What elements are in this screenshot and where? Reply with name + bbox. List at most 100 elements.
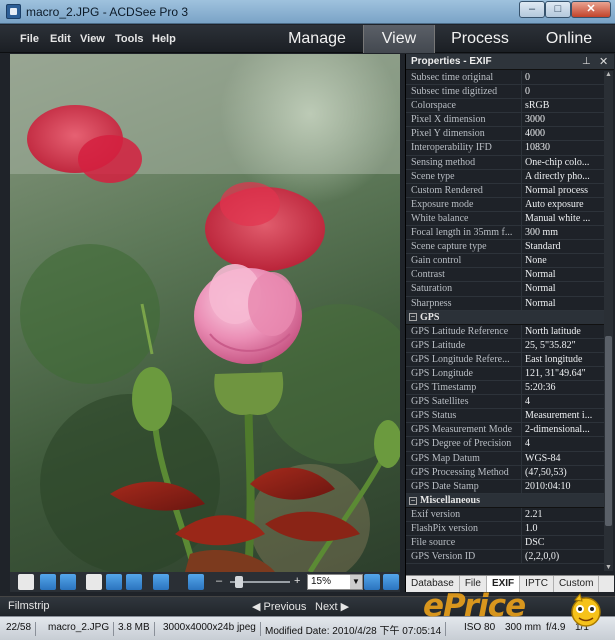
property-key: FlashPix version <box>406 522 522 536</box>
hand-icon[interactable] <box>86 574 102 590</box>
property-row[interactable]: Subsec time original 0 <box>406 71 604 86</box>
property-row[interactable]: Custom Rendered Normal process <box>406 183 604 198</box>
menu-tools[interactable]: Tools <box>115 33 144 45</box>
property-row[interactable]: Colorspace sRGB <box>406 99 604 114</box>
property-value: Manual white ... <box>525 212 591 224</box>
property-row[interactable]: Scene type A directly pho... <box>406 169 604 184</box>
previous-button[interactable]: ◀ Previous <box>252 600 306 613</box>
scroll-down-icon[interactable]: ▼ <box>604 564 613 571</box>
mode-tab-view[interactable]: View <box>363 25 435 53</box>
property-row[interactable]: Subsec time digitized 0 <box>406 85 604 100</box>
property-row[interactable]: Focal length in 35mm f... 300 mm <box>406 226 604 241</box>
property-row[interactable]: GPS Latitude Reference North latitude <box>406 324 604 339</box>
property-row[interactable]: Sensing method One-chip colo... <box>406 155 604 170</box>
mode-tab-manage[interactable]: Manage <box>272 25 362 53</box>
properties-list: Subsec time original 0 Subsec time digitiz… <box>406 71 604 571</box>
property-row[interactable]: GPS Timestamp 5:20:36 <box>406 381 604 396</box>
property-value: 4 <box>525 438 530 450</box>
mascot-logo-icon <box>571 592 601 627</box>
fit-icon[interactable] <box>188 574 204 590</box>
minimize-button[interactable]: – <box>519 1 545 18</box>
collapse-icon[interactable]: − <box>409 313 417 322</box>
property-row[interactable]: Sharpness Normal <box>406 296 604 311</box>
property-key: GPS Latitude <box>406 338 522 352</box>
property-key: Saturation <box>406 282 522 296</box>
zoom-level-select[interactable]: 15% ▼ <box>307 574 363 590</box>
menu-edit[interactable]: Edit <box>50 33 71 45</box>
property-value: 4 <box>525 396 530 408</box>
resize-icon[interactable] <box>153 574 169 590</box>
property-key: File source <box>406 536 522 550</box>
misc-section-header[interactable]: − Miscellaneous <box>406 493 604 508</box>
property-row[interactable]: Pixel X dimension 3000 <box>406 113 604 128</box>
close-button[interactable]: ✕ <box>571 1 611 18</box>
property-row[interactable]: Scene capture type Standard <box>406 240 604 255</box>
property-value: None <box>525 255 547 267</box>
image-viewer[interactable] <box>10 54 400 572</box>
property-row[interactable]: GPS Version ID (2,2,0,0) <box>406 550 604 565</box>
pin-icon[interactable]: ⊥ <box>582 56 591 67</box>
next-button[interactable]: Next ▶ <box>315 600 349 613</box>
property-row[interactable]: Contrast Normal <box>406 268 604 283</box>
property-row[interactable]: GPS Measurement Mode 2-dimensional... <box>406 423 604 438</box>
property-row[interactable]: GPS Map Datum WGS-84 <box>406 451 604 466</box>
magnifier-icon[interactable] <box>126 574 142 590</box>
property-row[interactable]: GPS Longitude Refere... East longitude <box>406 352 604 367</box>
menu-view[interactable]: View <box>80 33 105 45</box>
property-key: Exif version <box>406 507 522 521</box>
menu-help[interactable]: Help <box>152 33 176 45</box>
mode-tab-process[interactable]: Process <box>436 25 524 53</box>
property-row[interactable]: GPS Processing Method (47,50,53) <box>406 465 604 480</box>
property-row[interactable]: GPS Status Measurement i... <box>406 409 604 424</box>
property-key: Sensing method <box>406 155 522 169</box>
filmstrip-icon[interactable] <box>18 574 34 590</box>
property-row[interactable]: Exif version 2.21 <box>406 507 604 522</box>
maximize-button[interactable]: □ <box>545 1 571 18</box>
actual-size-icon[interactable] <box>364 574 380 590</box>
mode-tab-online[interactable]: Online <box>525 25 613 53</box>
select-icon[interactable] <box>106 574 122 590</box>
property-row[interactable]: GPS Longitude 121, 31"49.64" <box>406 366 604 382</box>
property-key: GPS Longitude <box>406 366 522 381</box>
property-row[interactable]: FlashPix version 1.0 <box>406 522 604 537</box>
close-icon[interactable]: ✕ <box>599 55 608 68</box>
property-row[interactable]: White balance Manual white ... <box>406 211 604 227</box>
property-value: 0 <box>525 72 530 83</box>
property-key: Scene capture type <box>406 240 522 254</box>
property-value: 1.0 <box>525 523 538 534</box>
tab-iptc[interactable]: IPTC <box>520 576 554 592</box>
scrollbar-thumb[interactable] <box>605 336 612 526</box>
property-row[interactable]: File source DSC <box>406 536 604 551</box>
property-key: White balance <box>406 211 522 226</box>
property-key: GPS Timestamp <box>406 381 522 395</box>
zoom-out-button[interactable]: – <box>216 575 222 587</box>
property-row[interactable]: Exposure mode Auto exposure <box>406 197 604 212</box>
property-row[interactable]: GPS Date Stamp 2010:04:10 <box>406 479 604 494</box>
properties-scrollbar[interactable]: ▲ ▼ <box>604 71 613 571</box>
filmstrip-label[interactable]: Filmstrip <box>8 600 50 612</box>
property-row[interactable]: Pixel Y dimension 4000 <box>406 127 604 142</box>
property-value: Measurement i... <box>525 410 593 422</box>
property-row[interactable]: GPS Degree of Precision 4 <box>406 437 604 452</box>
acdsee-app-icon <box>6 4 21 19</box>
property-key: Interoperability IFD <box>406 141 522 155</box>
rotate-right-icon[interactable] <box>60 574 76 590</box>
property-key: GPS Satellites <box>406 395 522 409</box>
property-key: GPS Longitude Refere... <box>406 352 522 366</box>
collapse-icon[interactable]: − <box>409 496 417 505</box>
property-row[interactable]: Saturation Normal <box>406 282 604 297</box>
rotate-left-icon[interactable] <box>40 574 56 590</box>
property-value: sRGB <box>525 100 550 112</box>
tab-custom[interactable]: Custom <box>554 576 600 592</box>
property-row[interactable]: Gain control None <box>406 254 604 269</box>
gps-section-header[interactable]: − GPS <box>406 310 604 325</box>
property-value: 2.21 <box>525 508 543 520</box>
property-row[interactable]: GPS Satellites 4 <box>406 395 604 410</box>
menu-file[interactable]: File <box>20 33 39 45</box>
scroll-up-icon[interactable]: ▲ <box>604 71 613 78</box>
property-row[interactable]: GPS Latitude 25, 5"35.82" <box>406 338 604 353</box>
zoom-slider-handle[interactable] <box>235 576 243 588</box>
property-row[interactable]: Interoperability IFD 10830 <box>406 141 604 156</box>
fit-window-icon[interactable] <box>383 574 399 590</box>
zoom-in-button[interactable]: + <box>294 575 300 587</box>
